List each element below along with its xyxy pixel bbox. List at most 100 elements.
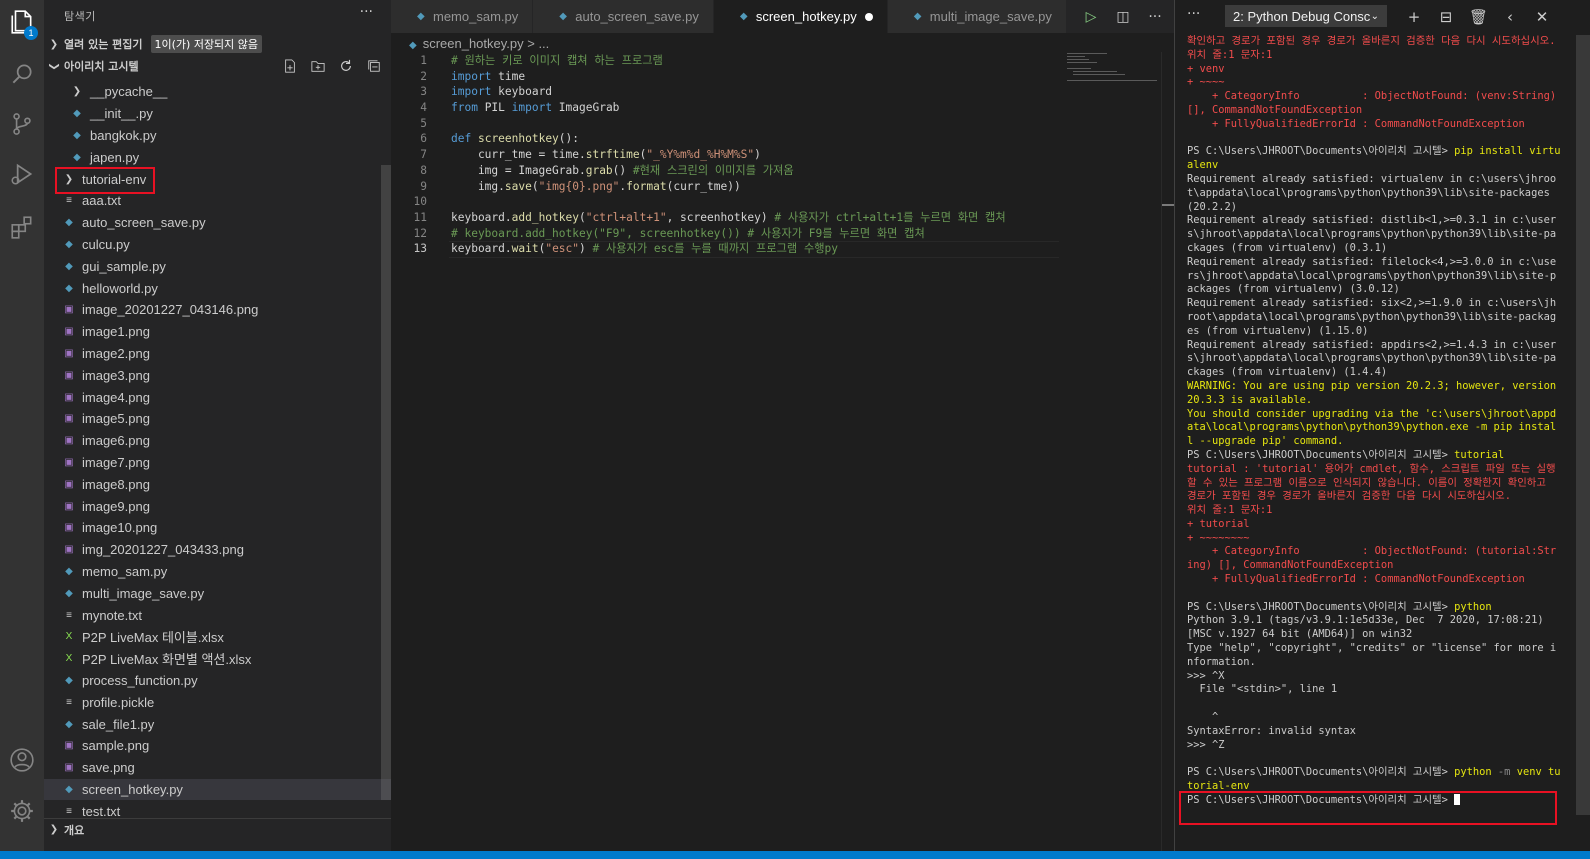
tree-file[interactable]: ≡ mynote.txt xyxy=(44,604,391,626)
unsaved-dot-icon[interactable] xyxy=(864,12,873,21)
tree-file[interactable]: ◆ culcu.py xyxy=(44,234,391,256)
line-number: 1 xyxy=(420,54,427,67)
tree-file[interactable]: ▣ image7.png xyxy=(44,452,391,474)
terminal-scrollbar[interactable] xyxy=(1576,35,1590,815)
minimap[interactable] xyxy=(1067,52,1161,82)
tree-item-label: image1.png xyxy=(82,324,150,340)
python-file-icon: ◆ xyxy=(65,260,73,272)
tree-item-label: gui_sample.py xyxy=(82,258,166,274)
line-number: 6 xyxy=(420,132,427,146)
tree-file[interactable]: ◆ auto_screen_save.py xyxy=(44,212,391,234)
sidebar-more-icon[interactable]: ··· xyxy=(360,4,373,20)
folder-section-header[interactable]: ❯ 아이리치 고시텔 xyxy=(44,55,391,77)
terminal-line: >>> ^X xyxy=(1187,669,1225,682)
terminal-output[interactable]: 확인하고 경로가 포함된 경우 경로가 올바른지 검증한 다음 다시 시도하십시… xyxy=(1187,35,1561,808)
tree-file[interactable]: X P2P LiveMax 테이블.xlsx xyxy=(44,626,391,648)
editor-tab[interactable]: ◆ auto_screen_save.py xyxy=(533,0,714,33)
tree-file[interactable]: ▣ save.png xyxy=(44,757,391,779)
terminal-line: PS C:\Users\JHROOT\Documents\아이리치 고시텔> t… xyxy=(1187,448,1505,461)
explorer-badge: 1 xyxy=(24,26,38,40)
tree-file[interactable]: ◆ screen_hotkey.py xyxy=(44,778,391,801)
terminal-line: + CategoryInfo : ObjectNotFound: (venv:S… xyxy=(1187,90,1563,116)
chevron-left-icon[interactable]: ‹ xyxy=(1501,8,1519,26)
editor-tab[interactable]: ◆ multi_image_save.py xyxy=(887,0,1067,33)
split-terminal-icon[interactable]: ⊟ xyxy=(1437,8,1455,26)
tree-item-label: img_20201227_043433.png xyxy=(82,542,244,558)
editor-tab[interactable]: ◆ screen_hotkey.py xyxy=(713,0,888,33)
settings-gear-icon[interactable] xyxy=(0,789,44,833)
line-number: 2 xyxy=(420,69,427,83)
terminal-line: + tutorial xyxy=(1187,517,1250,530)
tree-file[interactable]: ≡ profile.pickle xyxy=(44,691,391,713)
tree-file[interactable]: ▣ sample.png xyxy=(44,735,391,757)
tree-file[interactable]: ▣ image5.png xyxy=(44,408,391,430)
explorer-icon[interactable]: 1 xyxy=(0,0,44,44)
editor-actions: ▷ ◫ ··· xyxy=(1082,0,1164,33)
code-text: # keyboard.add_hotkey("F9", screenhotkey… xyxy=(451,226,925,240)
tree-file[interactable]: ▣ image9.png xyxy=(44,495,391,517)
excel-file-icon: X xyxy=(65,653,73,665)
tree-file[interactable]: ▣ image10.png xyxy=(44,517,391,539)
tree-file[interactable]: ▣ image4.png xyxy=(44,386,391,408)
tree-item-label: memo_sam.py xyxy=(82,563,168,579)
outline-section[interactable]: ❯ 개요 xyxy=(44,818,391,840)
unsaved-badge: 1이(가) 저장되지 않음 xyxy=(150,35,263,53)
sidebar-scrollbar[interactable] xyxy=(381,165,391,800)
open-editors-section[interactable]: ❯ 열려 있는 편집기 1이(가) 저장되지 않음 xyxy=(44,33,391,55)
tree-file[interactable]: ▣ image1.png xyxy=(44,321,391,343)
new-terminal-plus-icon[interactable]: + xyxy=(1405,8,1423,26)
source-control-icon[interactable] xyxy=(0,102,44,146)
new-file-icon[interactable] xyxy=(281,57,299,75)
tree-file[interactable]: ▣ image_20201227_043146.png xyxy=(44,299,391,321)
code-line: 11 keyboard.add_hotkey("ctrl+alt+1", scre… xyxy=(391,210,1174,226)
line-number: 5 xyxy=(420,116,427,130)
terminal-more-icon[interactable]: ··· xyxy=(1187,6,1200,22)
tree-item-label: helloworld.py xyxy=(82,280,158,296)
tree-file[interactable]: X P2P LiveMax 화면별 액션.xlsx xyxy=(44,648,391,670)
image-file-icon: ▣ xyxy=(64,500,74,512)
close-icon[interactable]: ✕ xyxy=(1533,8,1551,26)
editor-scrollbar[interactable] xyxy=(1161,52,1175,851)
tree-file[interactable]: ◆ bangkok.py xyxy=(44,125,391,147)
terminal-line: PS C:\Users\JHROOT\Documents\아이리치 고시텔> p… xyxy=(1187,600,1492,613)
tree-item-label: aaa.txt xyxy=(82,193,122,209)
code-editor[interactable]: 1 # 원하는 키로 이미지 캡쳐 하는 프로그램 2 import time 3 imp… xyxy=(391,53,1174,257)
python-file-icon: ◆ xyxy=(913,11,922,22)
collapse-all-icon[interactable] xyxy=(365,57,383,75)
tree-file[interactable]: ◆ helloworld.py xyxy=(44,277,391,299)
tree-file[interactable]: ◆ gui_sample.py xyxy=(44,255,391,277)
run-icon[interactable]: ▷ xyxy=(1082,9,1100,25)
terminal-line: + ~~~~ xyxy=(1187,76,1225,89)
tree-folder[interactable]: ❯ __pycache__ xyxy=(44,81,391,103)
account-icon[interactable] xyxy=(0,738,44,782)
tree-file[interactable]: ◆ multi_image_save.py xyxy=(44,582,391,604)
editor-tab[interactable]: ◆ memo_sam.py xyxy=(391,0,534,33)
tree-file[interactable]: ▣ img_20201227_043433.png xyxy=(44,539,391,561)
kill-terminal-trash-icon[interactable]: 🗑 xyxy=(1469,8,1488,26)
tree-file[interactable]: ▣ image3.png xyxy=(44,364,391,386)
tree-file[interactable]: ▣ image2.png xyxy=(44,343,391,365)
breadcrumb[interactable]: ◆ screen_hotkey.py > ... xyxy=(409,36,549,51)
image-file-icon: ▣ xyxy=(64,326,74,338)
terminal-selector[interactable]: 2: Python Debug Consc ⌄ xyxy=(1225,5,1387,27)
tree-file[interactable]: ◆ sale_file1.py xyxy=(44,713,391,735)
image-file-icon: ▣ xyxy=(64,391,74,403)
terminal-line: 위치 줄:1 문자:1 xyxy=(1187,48,1273,61)
run-debug-icon[interactable] xyxy=(0,152,44,196)
new-folder-icon[interactable] xyxy=(309,57,327,75)
tree-item-label: image8.png xyxy=(82,476,150,492)
split-editor-icon[interactable]: ◫ xyxy=(1114,9,1132,25)
tree-file[interactable]: ▣ image8.png xyxy=(44,473,391,495)
tree-file[interactable]: ◆ japen.py xyxy=(44,146,391,168)
tree-file[interactable]: ◆ process_function.py xyxy=(44,670,391,692)
tree-item-label: culcu.py xyxy=(82,236,130,252)
refresh-icon[interactable] xyxy=(337,57,355,75)
tree-file[interactable]: ◆ __init__.py xyxy=(44,103,391,125)
search-icon[interactable] xyxy=(0,52,44,96)
sidebar-title: 탐색기 xyxy=(64,10,96,23)
extensions-icon[interactable] xyxy=(0,205,44,249)
tree-file[interactable]: ▣ image6.png xyxy=(44,430,391,452)
tree-file[interactable]: ◆ memo_sam.py xyxy=(44,561,391,583)
more-actions-icon[interactable]: ··· xyxy=(1146,9,1164,25)
code-line: 5 xyxy=(391,116,1174,132)
